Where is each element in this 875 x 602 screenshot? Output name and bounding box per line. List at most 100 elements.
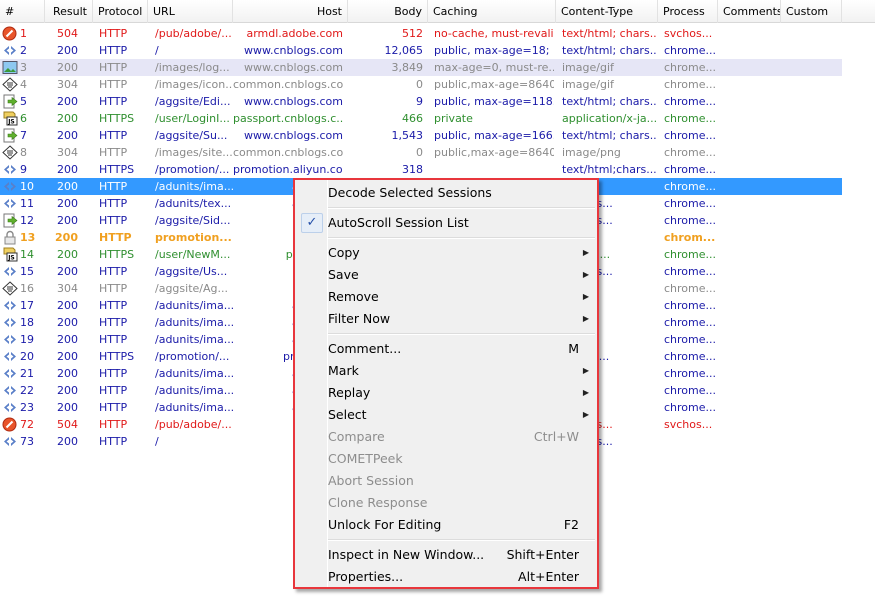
cell-protocol: HTTP — [99, 299, 128, 312]
cell-num: 16 — [20, 282, 34, 295]
cell-process: chrome... — [664, 95, 717, 108]
cell-process: chrome... — [664, 384, 717, 397]
cell-num: 2 — [20, 44, 27, 57]
cell-protocol: HTTP — [99, 61, 128, 74]
column-result[interactable]: Result — [45, 0, 93, 23]
menu-item-filter-now[interactable]: Filter Now ▶ — [295, 308, 597, 330]
submenu-arrow-icon: ▶ — [582, 410, 589, 419]
column-custom[interactable]: Custom — [781, 0, 842, 23]
cell-url: /aggsite/Ag... — [155, 282, 228, 295]
cell-result: 200 — [57, 435, 78, 448]
cell-protocol: HTTPS — [99, 248, 135, 261]
cell-result: 200 — [57, 61, 78, 74]
menu-item-label: Replay — [328, 385, 371, 400]
column-host[interactable]: Host — [233, 0, 348, 23]
menu-item-shortcut: F2 — [563, 517, 579, 532]
cell-result: 304 — [57, 78, 78, 91]
html-arrows-icon — [2, 298, 18, 313]
page-arrow-icon — [2, 128, 18, 143]
cell-url: /pub/adobe/... — [155, 418, 232, 431]
column-protocol[interactable]: Protocol — [93, 0, 148, 23]
html-arrows-icon — [2, 43, 18, 58]
cell-protocol: HTTP — [99, 78, 128, 91]
column-comments[interactable]: Comments — [718, 0, 781, 23]
script-js-icon: JS — [2, 111, 18, 126]
cell-protocol: HTTP — [99, 95, 128, 108]
cell-content-type: application/x-ja... — [562, 112, 657, 125]
cell-result: 304 — [57, 282, 78, 295]
cell-protocol: HTTP — [99, 27, 128, 40]
cell-result: 200 — [57, 333, 78, 346]
cell-protocol: HTTP — [99, 265, 128, 278]
cell-process: chrome... — [664, 265, 717, 278]
menu-item-shortcut: Shift+Enter — [506, 547, 579, 562]
cell-num: 11 — [20, 197, 34, 210]
menu-item-compare[interactable]: Compare Ctrl+W — [295, 426, 597, 448]
cell-url: /aggsite/Edi... — [155, 95, 231, 108]
menu-item-clone-response[interactable]: Clone Response — [295, 492, 597, 514]
cell-process: chrome... — [664, 197, 717, 210]
cell-result: 200 — [57, 180, 78, 193]
cell-process: svchos... — [664, 27, 713, 40]
session-row[interactable]: 5 200 HTTP/aggsite/Edi... www.cnblogs.com 9 p… — [0, 93, 842, 110]
menu-item-remove[interactable]: Remove ▶ — [295, 286, 597, 308]
cell-result: 200 — [57, 316, 78, 329]
cell-process: chrome... — [664, 248, 717, 261]
column-number[interactable]: # — [0, 0, 45, 23]
cell-protocol: HTTP — [99, 146, 128, 159]
html-arrows-icon — [2, 332, 18, 347]
session-row[interactable]: JS 6 200 HTTPS/user/LoginI... passport.cnblo… — [0, 110, 842, 127]
cell-url: /user/LoginI... — [155, 112, 230, 125]
menu-item-properties[interactable]: Properties... Alt+Enter — [295, 566, 597, 588]
session-row[interactable]: 9 200 HTTPS/promotion/... promotion.aliyun.… — [0, 161, 842, 178]
column-content-type[interactable]: Content-Type — [556, 0, 658, 23]
cell-url: /aggsite/Su... — [155, 129, 228, 142]
menu-item-inspect-in-new-window[interactable]: Inspect in New Window... Shift+Enter — [295, 544, 597, 566]
column-url[interactable]: URL — [148, 0, 233, 23]
html-arrows-icon — [2, 383, 18, 398]
menu-item-mark[interactable]: Mark ▶ — [295, 360, 597, 382]
menu-item-autoscroll-session-list[interactable]: ✓ AutoScroll Session List — [295, 212, 597, 234]
cell-num: 18 — [20, 316, 34, 329]
session-row[interactable]: 4 304 HTTP/images/icon... common.cnblogs.co… — [0, 76, 842, 93]
session-row[interactable]: 8 304 HTTP/images/site... common.cnblogs.co… — [0, 144, 842, 161]
cell-process: chrome... — [664, 44, 717, 57]
cell-protocol: HTTP — [99, 282, 128, 295]
checkmark-icon: ✓ — [301, 213, 323, 233]
cell-protocol: HTTP — [99, 231, 132, 244]
session-row[interactable]: 2 200 HTTP / www.cnblogs.com 12,065 public, ma… — [0, 42, 842, 59]
cell-caching: public,max-age=86400 — [434, 78, 554, 91]
cell-caching: private — [434, 112, 473, 125]
menu-item-label: Abort Session — [328, 473, 414, 488]
column-process[interactable]: Process — [658, 0, 718, 23]
menu-item-select[interactable]: Select ▶ — [295, 404, 597, 426]
cell-num: 73 — [20, 435, 34, 448]
cell-num: 22 — [20, 384, 34, 397]
session-row[interactable]: 1 504 HTTP/pub/adobe/... armdl.adobe.com 512… — [0, 25, 842, 42]
menu-item-decode-selected-sessions[interactable]: Decode Selected Sessions — [295, 182, 597, 204]
cell-caching: max-age=0, must-re... — [434, 61, 554, 74]
cell-url: /adunits/ima... — [155, 316, 233, 329]
menu-item-replay[interactable]: Replay ▶ — [295, 382, 597, 404]
menu-item-label: Inspect in New Window... — [328, 547, 485, 562]
menu-item-copy[interactable]: Copy ▶ — [295, 242, 597, 264]
error-icon — [2, 417, 18, 432]
cell-body: 466 — [402, 112, 423, 125]
cell-body: 9 — [416, 95, 423, 108]
menu-item-save[interactable]: Save ▶ — [295, 264, 597, 286]
session-row[interactable]: 3 200 HTTP/images/log... www.cnblogs.com 3,8… — [0, 59, 842, 76]
menu-item-comment[interactable]: Comment... M — [295, 338, 597, 360]
column-body[interactable]: Body — [348, 0, 428, 23]
menu-item-shortcut: M — [568, 341, 579, 356]
menu-item-unlock-for-editing[interactable]: Unlock For Editing F2 — [295, 514, 597, 536]
cell-body: 1,543 — [391, 129, 424, 142]
menu-item-cometpeek[interactable]: COMETPeek — [295, 448, 597, 470]
cell-host: common.cnblogs.com — [233, 146, 343, 159]
cell-body: 512 — [402, 27, 423, 40]
column-caching[interactable]: Caching — [428, 0, 556, 23]
session-row[interactable]: 7 200 HTTP/aggsite/Su... www.cnblogs.com 1,5… — [0, 127, 842, 144]
menu-item-abort-session[interactable]: Abort Session — [295, 470, 597, 492]
cell-process: svchos... — [664, 418, 713, 431]
cell-host: www.cnblogs.com — [244, 129, 343, 142]
cell-num: 17 — [20, 299, 34, 312]
